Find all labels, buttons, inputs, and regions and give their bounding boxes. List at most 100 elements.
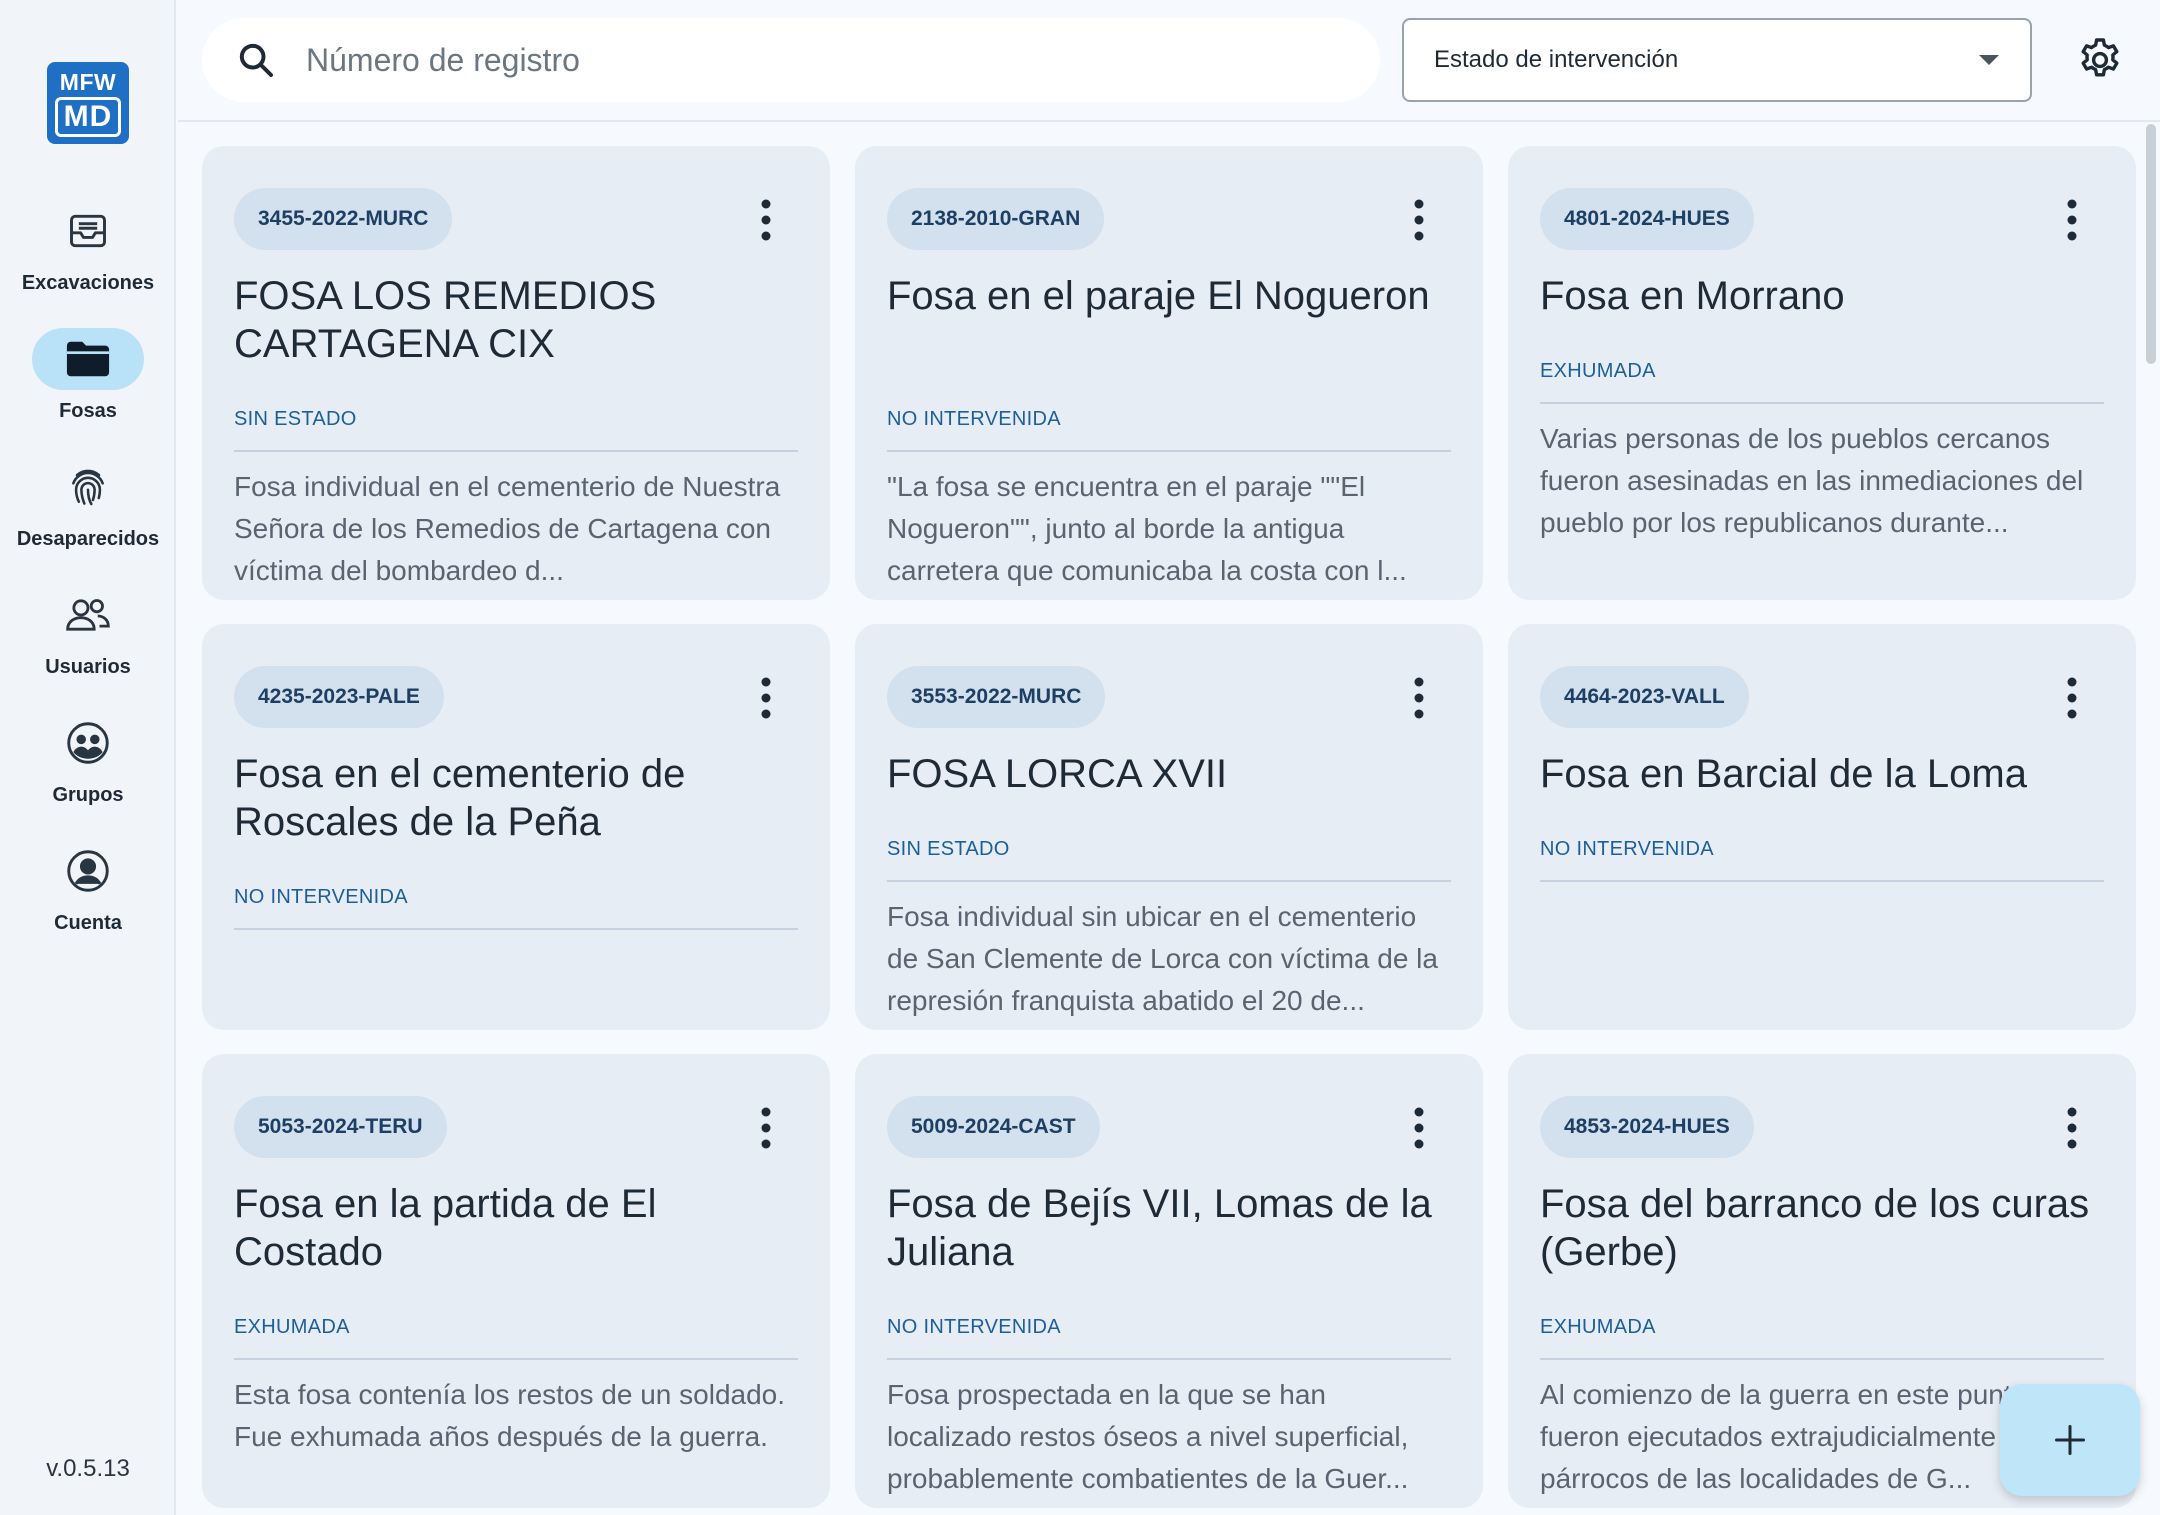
users-icon [66, 599, 110, 631]
registry-code-chip: 4235-2023-PALE [234, 666, 444, 728]
card-status: SIN ESTADO [887, 838, 1010, 860]
card-description: "La fosa se encuentra en el paraje ""El … [887, 471, 1407, 586]
sidebar-item-label: Grupos [52, 784, 124, 806]
more-vert-icon [2067, 1107, 2077, 1149]
sidebar-item-label: Cuenta [54, 912, 122, 934]
sidebar-item-label: Usuarios [45, 656, 131, 678]
sidebar-item-excavaciones[interactable]: Excavaciones [0, 200, 176, 310]
card-title: Fosa de Bejís VII, Lomas de la Juliana [887, 1182, 1432, 1274]
card-title: FOSA LOS REMEDIOS CARTAGENA CIX [234, 274, 657, 366]
sidebar-item-fosas[interactable]: Fosas [0, 328, 176, 438]
select-value: Estado de intervención [1434, 46, 1679, 73]
card-title: FOSA LORCA XVII [887, 752, 1228, 796]
card-description: Fosa individual sin ubicar en el cemente… [887, 901, 1438, 1016]
add-fosa-button[interactable] [2000, 1384, 2140, 1496]
sidebar-item-desaparecidos[interactable]: Desaparecidos [0, 456, 176, 566]
plus-icon [2055, 1425, 2085, 1455]
dropdown-arrow-icon [1979, 55, 1999, 65]
fosas-grid: 3455-2022-MURC FOSA LOS REMEDIOS CARTAGE… [178, 124, 2160, 1515]
folder-icon [66, 341, 110, 377]
fosa-card[interactable]: 4464-2023-VALL Fosa en Barcial de la Lom… [1508, 624, 2136, 1030]
gear-icon [2081, 38, 2119, 77]
card-status: EXHUMADA [1540, 360, 1656, 382]
card-title: Fosa en el paraje El Nogueron [887, 274, 1430, 318]
sidebar-item-usuarios[interactable]: Usuarios [0, 584, 176, 694]
registry-code-chip: 2138-2010-GRAN [887, 188, 1105, 250]
card-menu-button[interactable] [1399, 196, 1439, 244]
settings-button[interactable] [2068, 28, 2132, 92]
card-menu-button[interactable] [746, 196, 786, 244]
app-version: v.0.5.13 [46, 1455, 130, 1482]
nav-pill [32, 840, 144, 902]
card-title: Fosa en Morrano [1540, 274, 1845, 318]
account-icon [67, 850, 109, 892]
registry-code-chip: 5009-2024-CAST [887, 1096, 1100, 1158]
nav-pill [32, 456, 144, 518]
fosa-card[interactable]: 2138-2010-GRAN Fosa en el paraje El Nogu… [855, 146, 1483, 600]
registry-code-chip: 5053-2024-TERU [234, 1096, 447, 1158]
search-input[interactable] [306, 41, 1306, 79]
card-status: SIN ESTADO [234, 408, 357, 430]
card-divider [1540, 880, 2104, 882]
sidebar: MFW MD Excavaciones Fosas Desaparecidos … [0, 0, 176, 1515]
card-status: NO INTERVENIDA [1540, 838, 1714, 860]
card-status: NO INTERVENIDA [887, 1316, 1061, 1338]
card-divider [234, 450, 798, 452]
card-menu-button[interactable] [1399, 674, 1439, 722]
fingerprint-icon [72, 469, 104, 506]
card-menu-button[interactable] [746, 674, 786, 722]
card-divider [887, 450, 1451, 452]
card-divider [234, 1358, 798, 1360]
card-divider [887, 1358, 1451, 1360]
fosa-card[interactable]: 3455-2022-MURC FOSA LOS REMEDIOS CARTAGE… [202, 146, 830, 600]
registry-code-chip: 4801-2024-HUES [1540, 188, 1754, 250]
card-title: Fosa en el cementerio de Roscales de la … [234, 752, 686, 844]
more-vert-icon [2067, 677, 2077, 719]
more-vert-icon [2067, 199, 2077, 241]
more-vert-icon [761, 1107, 771, 1149]
card-title: Fosa del barranco de los curas (Gerbe) [1540, 1182, 2090, 1274]
nav-pill [32, 712, 144, 774]
card-menu-button[interactable] [746, 1104, 786, 1152]
scrollbar-thumb[interactable] [2146, 124, 2156, 364]
card-divider [1540, 402, 2104, 404]
search-bar[interactable] [202, 18, 1380, 102]
more-vert-icon [1414, 677, 1424, 719]
more-vert-icon [761, 199, 771, 241]
registry-code-chip: 3553-2022-MURC [887, 666, 1106, 728]
more-vert-icon [761, 677, 771, 719]
top-bar: Estado de intervención [178, 0, 2160, 122]
nav-pill [32, 584, 144, 646]
card-title: Fosa en Barcial de la Loma [1540, 752, 2027, 796]
card-description: Esta fosa contenía los restos de un sold… [234, 1379, 786, 1452]
group-icon [67, 722, 109, 764]
sidebar-item-cuenta[interactable]: Cuenta [0, 840, 176, 950]
registry-code-chip: 3455-2022-MURC [234, 188, 453, 250]
sidebar-item-grupos[interactable]: Grupos [0, 712, 176, 822]
fosa-card[interactable]: 5009-2024-CAST Fosa de Bejís VII, Lomas … [855, 1054, 1483, 1508]
sidebar-item-label: Desaparecidos [16, 528, 160, 550]
logo-text-bottom: MD [54, 96, 122, 137]
fosa-card[interactable]: 4801-2024-HUES Fosa en Morrano EXHUMADA … [1508, 146, 2136, 600]
fosa-card[interactable]: 3553-2022-MURC FOSA LORCA XVII SIN ESTAD… [855, 624, 1483, 1030]
search-icon [239, 43, 273, 77]
card-menu-button[interactable] [2052, 196, 2092, 244]
fosa-card[interactable]: 4235-2023-PALE Fosa en el cementerio de … [202, 624, 830, 1030]
card-menu-button[interactable] [2052, 1104, 2092, 1152]
card-description: Fosa individual en el cementerio de Nues… [234, 471, 781, 586]
registry-code-chip: 4464-2023-VALL [1540, 666, 1749, 728]
app-root: MFW MD Excavaciones Fosas Desaparecidos … [0, 0, 2160, 1515]
card-status: EXHUMADA [1540, 1316, 1656, 1338]
card-status: NO INTERVENIDA [234, 886, 408, 908]
card-menu-button[interactable] [2052, 674, 2092, 722]
fosa-card[interactable]: 5053-2024-TERU Fosa en la partida de El … [202, 1054, 830, 1508]
card-title: Fosa en la partida de El Costado [234, 1182, 657, 1274]
sidebar-item-label: Excavaciones [21, 272, 155, 294]
card-status: NO INTERVENIDA [887, 408, 1061, 430]
card-status: EXHUMADA [234, 1316, 350, 1338]
more-vert-icon [1414, 199, 1424, 241]
card-divider [887, 880, 1451, 882]
card-menu-button[interactable] [1399, 1104, 1439, 1152]
app-logo[interactable]: MFW MD [47, 62, 129, 144]
intervention-status-select[interactable]: Estado de intervención [1402, 18, 2032, 102]
